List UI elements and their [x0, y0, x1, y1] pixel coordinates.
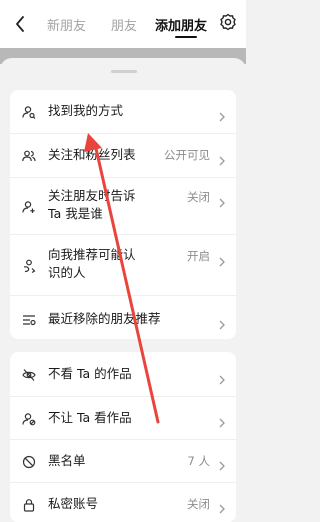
row-value: 开启 [187, 249, 210, 263]
chevron-right-icon [218, 456, 226, 471]
tab-friends[interactable]: 朋友 [111, 15, 137, 34]
row-label: 向我推荐可能认 [48, 247, 136, 262]
chevron-right-icon [218, 193, 226, 208]
row-label: 不看 Ta 的作品 [48, 366, 132, 381]
person-add-icon [22, 199, 36, 213]
chevron-right-icon [218, 413, 226, 428]
row-label-line2: Ta 我是谁 [48, 206, 103, 221]
top-bar: 新朋友 朋友 添加朋友 [0, 0, 246, 48]
row-label: 不让 Ta 看作品 [48, 410, 132, 425]
chevron-right-icon [218, 151, 226, 166]
row-value: 7 人 [187, 454, 210, 468]
privacy-card: 找到我的方式 关注和粉丝列表 公开可见 关注朋友时告诉 Ta 我是谁 关闭 向我… [10, 90, 236, 339]
row-hide-my-works[interactable]: 不让 Ta 看作品 [10, 397, 236, 440]
lock-icon [22, 497, 36, 512]
row-tell-who[interactable]: 关注朋友时告诉 Ta 我是谁 关闭 [10, 178, 236, 235]
tab-new-friends[interactable]: 新朋友 [47, 15, 86, 34]
row-label: 关注和粉丝列表 [48, 147, 136, 162]
gear-icon[interactable] [219, 13, 237, 31]
chevron-right-icon [218, 107, 226, 122]
person-block-icon [22, 411, 36, 426]
chevron-right-icon [218, 252, 226, 267]
person-recommend-icon [22, 258, 36, 274]
row-removed-recommendations[interactable]: 最近移除的朋友推荐 [10, 296, 236, 339]
row-label: 私密账号 [48, 496, 99, 511]
chevron-right-icon [218, 370, 226, 385]
tab-add-friends[interactable]: 添加朋友 [155, 15, 207, 34]
row-value: 关闭 [187, 190, 210, 204]
row-label: 找到我的方式 [48, 103, 124, 118]
row-label: 最近移除的朋友推荐 [48, 311, 161, 326]
row-value: 关闭 [187, 497, 210, 511]
row-value: 公开可见 [164, 148, 210, 162]
row-find-me[interactable]: 找到我的方式 [10, 90, 236, 134]
row-recommend-me[interactable]: 向我推荐可能认 识的人 开启 [10, 235, 236, 296]
chevron-right-icon [218, 315, 226, 330]
settings-sheet: 找到我的方式 关注和粉丝列表 公开可见 关注朋友时告诉 Ta 我是谁 关闭 向我… [0, 58, 246, 522]
back-icon[interactable] [12, 14, 28, 34]
row-blacklist[interactable]: 黑名单 7 人 [10, 440, 236, 483]
chevron-right-icon [218, 499, 226, 514]
row-follow-list[interactable]: 关注和粉丝列表 公开可见 [10, 134, 236, 178]
list-icon [22, 312, 36, 326]
active-tab-indicator [175, 36, 197, 38]
row-label-line2: 识的人 [48, 265, 86, 280]
row-label: 关注朋友时告诉 [48, 188, 136, 203]
row-private-account[interactable]: 私密账号 关闭 [10, 483, 236, 522]
person-search-icon [22, 104, 36, 119]
row-hide-their-works[interactable]: 不看 Ta 的作品 [10, 352, 236, 397]
sheet-handle[interactable] [111, 70, 137, 73]
block-card: 不看 Ta 的作品 不让 Ta 看作品 黑名单 7 人 私密账号 关闭 [10, 352, 236, 522]
block-icon [22, 454, 36, 469]
people-icon [22, 148, 36, 162]
row-label: 黑名单 [48, 453, 86, 468]
eye-off-icon [22, 367, 36, 381]
